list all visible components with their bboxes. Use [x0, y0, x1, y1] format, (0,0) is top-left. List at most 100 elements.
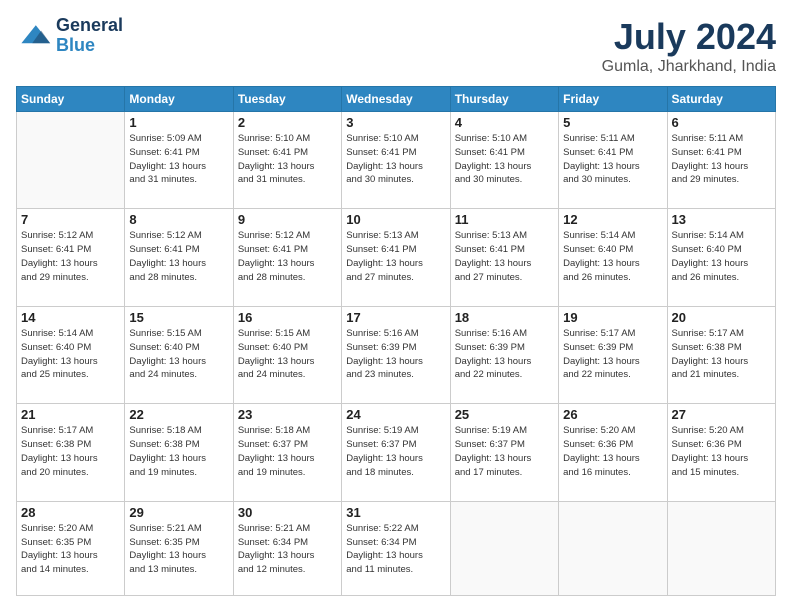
day-number: 29 [129, 505, 228, 520]
calendar-day-cell: 4 Sunrise: 5:10 AMSunset: 6:41 PMDaylight… [450, 112, 558, 209]
calendar-day-cell: 18 Sunrise: 5:16 AMSunset: 6:39 PMDayligh… [450, 306, 558, 403]
weekday-header: Wednesday [342, 87, 450, 112]
day-info: Sunrise: 5:15 AMSunset: 6:40 PMDaylight:… [129, 327, 228, 382]
day-number: 22 [129, 407, 228, 422]
day-info: Sunrise: 5:18 AMSunset: 6:38 PMDaylight:… [129, 424, 228, 479]
logo-text: General Blue [56, 16, 123, 56]
day-info: Sunrise: 5:19 AMSunset: 6:37 PMDaylight:… [455, 424, 554, 479]
day-number: 21 [21, 407, 120, 422]
calendar-week-row: 28Sunrise: 5:20 AMSunset: 6:35 PMDayligh… [17, 501, 776, 595]
subtitle: Gumla, Jharkhand, India [602, 58, 776, 76]
calendar-day-cell [559, 501, 667, 595]
day-info: Sunrise: 5:11 AMSunset: 6:41 PMDaylight:… [672, 132, 771, 187]
day-number: 14 [21, 310, 120, 325]
day-info: Sunrise: 5:10 AMSunset: 6:41 PMDaylight:… [455, 132, 554, 187]
calendar-day-cell [450, 501, 558, 595]
calendar-day-cell [17, 112, 125, 209]
day-info: Sunrise: 5:14 AMSunset: 6:40 PMDaylight:… [563, 229, 662, 284]
day-info: Sunrise: 5:13 AMSunset: 6:41 PMDaylight:… [346, 229, 445, 284]
day-number: 17 [346, 310, 445, 325]
header: General Blue July 2024 Gumla, Jharkhand,… [16, 16, 776, 76]
day-info: Sunrise: 5:09 AMSunset: 6:41 PMDaylight:… [129, 132, 228, 187]
page: General Blue July 2024 Gumla, Jharkhand,… [0, 0, 792, 612]
day-info: Sunrise: 5:20 AMSunset: 6:35 PMDaylight:… [21, 522, 120, 577]
day-info: Sunrise: 5:15 AMSunset: 6:40 PMDaylight:… [238, 327, 337, 382]
day-info: Sunrise: 5:17 AMSunset: 6:38 PMDaylight:… [672, 327, 771, 382]
day-info: Sunrise: 5:16 AMSunset: 6:39 PMDaylight:… [455, 327, 554, 382]
day-number: 23 [238, 407, 337, 422]
day-number: 18 [455, 310, 554, 325]
calendar-day-cell: 20Sunrise: 5:17 AMSunset: 6:38 PMDayligh… [667, 306, 775, 403]
day-number: 15 [129, 310, 228, 325]
day-info: Sunrise: 5:12 AMSunset: 6:41 PMDaylight:… [238, 229, 337, 284]
day-number: 1 [129, 115, 228, 130]
calendar-day-cell [667, 501, 775, 595]
calendar-day-cell: 25Sunrise: 5:19 AMSunset: 6:37 PMDayligh… [450, 404, 558, 501]
day-info: Sunrise: 5:20 AMSunset: 6:36 PMDaylight:… [563, 424, 662, 479]
calendar-day-cell: 9 Sunrise: 5:12 AMSunset: 6:41 PMDaylight… [233, 209, 341, 306]
title-block: July 2024 Gumla, Jharkhand, India [602, 16, 776, 76]
weekday-header: Sunday [17, 87, 125, 112]
calendar-day-cell: 16 Sunrise: 5:15 AMSunset: 6:40 PMDayligh… [233, 306, 341, 403]
calendar-day-cell: 13 Sunrise: 5:14 AMSunset: 6:40 PMDayligh… [667, 209, 775, 306]
day-info: Sunrise: 5:16 AMSunset: 6:39 PMDaylight:… [346, 327, 445, 382]
day-number: 16 [238, 310, 337, 325]
calendar-week-row: 1 Sunrise: 5:09 AMSunset: 6:41 PMDaylight… [17, 112, 776, 209]
weekday-header: Tuesday [233, 87, 341, 112]
day-number: 27 [672, 407, 771, 422]
calendar-day-cell: 15 Sunrise: 5:15 AMSunset: 6:40 PMDayligh… [125, 306, 233, 403]
day-info: Sunrise: 5:14 AMSunset: 6:40 PMDaylight:… [21, 327, 120, 382]
calendar-day-cell: 12Sunrise: 5:14 AMSunset: 6:40 PMDayligh… [559, 209, 667, 306]
day-info: Sunrise: 5:21 AMSunset: 6:35 PMDaylight:… [129, 522, 228, 577]
day-info: Sunrise: 5:12 AMSunset: 6:41 PMDaylight:… [21, 229, 120, 284]
calendar-day-cell: 10 Sunrise: 5:13 AMSunset: 6:41 PMDayligh… [342, 209, 450, 306]
calendar-day-cell: 22 Sunrise: 5:18 AMSunset: 6:38 PMDayligh… [125, 404, 233, 501]
logo-line2: Blue [56, 36, 123, 56]
calendar-day-cell: 3 Sunrise: 5:10 AMSunset: 6:41 PMDaylight… [342, 112, 450, 209]
calendar-day-cell: 8Sunrise: 5:12 AMSunset: 6:41 PMDaylight… [125, 209, 233, 306]
calendar-header-row: SundayMondayTuesdayWednesdayThursdayFrid… [17, 87, 776, 112]
calendar-day-cell: 21 Sunrise: 5:17 AMSunset: 6:38 PMDayligh… [17, 404, 125, 501]
day-number: 10 [346, 212, 445, 227]
calendar-day-cell: 1 Sunrise: 5:09 AMSunset: 6:41 PMDaylight… [125, 112, 233, 209]
logo-line1: General [56, 16, 123, 36]
day-number: 7 [21, 212, 120, 227]
calendar-day-cell: 23 Sunrise: 5:18 AMSunset: 6:37 PMDayligh… [233, 404, 341, 501]
calendar-day-cell: 29 Sunrise: 5:21 AMSunset: 6:35 PMDayligh… [125, 501, 233, 595]
calendar-day-cell: 11Sunrise: 5:13 AMSunset: 6:41 PMDayligh… [450, 209, 558, 306]
day-info: Sunrise: 5:11 AMSunset: 6:41 PMDaylight:… [563, 132, 662, 187]
day-number: 9 [238, 212, 337, 227]
calendar-day-cell: 26 Sunrise: 5:20 AMSunset: 6:36 PMDayligh… [559, 404, 667, 501]
day-number: 5 [563, 115, 662, 130]
day-number: 30 [238, 505, 337, 520]
calendar-week-row: 14 Sunrise: 5:14 AMSunset: 6:40 PMDayligh… [17, 306, 776, 403]
day-info: Sunrise: 5:19 AMSunset: 6:37 PMDaylight:… [346, 424, 445, 479]
day-info: Sunrise: 5:10 AMSunset: 6:41 PMDaylight:… [238, 132, 337, 187]
calendar-day-cell: 7 Sunrise: 5:12 AMSunset: 6:41 PMDaylight… [17, 209, 125, 306]
weekday-header: Saturday [667, 87, 775, 112]
day-number: 2 [238, 115, 337, 130]
calendar-day-cell: 31Sunrise: 5:22 AMSunset: 6:34 PMDayligh… [342, 501, 450, 595]
day-number: 6 [672, 115, 771, 130]
calendar-day-cell: 19 Sunrise: 5:17 AMSunset: 6:39 PMDayligh… [559, 306, 667, 403]
day-info: Sunrise: 5:18 AMSunset: 6:37 PMDaylight:… [238, 424, 337, 479]
main-title: July 2024 [602, 16, 776, 58]
day-info: Sunrise: 5:12 AMSunset: 6:41 PMDaylight:… [129, 229, 228, 284]
day-number: 4 [455, 115, 554, 130]
day-number: 26 [563, 407, 662, 422]
calendar-week-row: 7 Sunrise: 5:12 AMSunset: 6:41 PMDaylight… [17, 209, 776, 306]
calendar-day-cell: 14 Sunrise: 5:14 AMSunset: 6:40 PMDayligh… [17, 306, 125, 403]
day-info: Sunrise: 5:17 AMSunset: 6:38 PMDaylight:… [21, 424, 120, 479]
calendar-day-cell: 6 Sunrise: 5:11 AMSunset: 6:41 PMDaylight… [667, 112, 775, 209]
day-number: 13 [672, 212, 771, 227]
calendar-day-cell: 5 Sunrise: 5:11 AMSunset: 6:41 PMDaylight… [559, 112, 667, 209]
day-number: 24 [346, 407, 445, 422]
day-number: 19 [563, 310, 662, 325]
calendar-day-cell: 30Sunrise: 5:21 AMSunset: 6:34 PMDayligh… [233, 501, 341, 595]
day-info: Sunrise: 5:17 AMSunset: 6:39 PMDaylight:… [563, 327, 662, 382]
calendar-day-cell: 24 Sunrise: 5:19 AMSunset: 6:37 PMDayligh… [342, 404, 450, 501]
day-info: Sunrise: 5:14 AMSunset: 6:40 PMDaylight:… [672, 229, 771, 284]
day-number: 3 [346, 115, 445, 130]
day-info: Sunrise: 5:10 AMSunset: 6:41 PMDaylight:… [346, 132, 445, 187]
day-info: Sunrise: 5:22 AMSunset: 6:34 PMDaylight:… [346, 522, 445, 577]
